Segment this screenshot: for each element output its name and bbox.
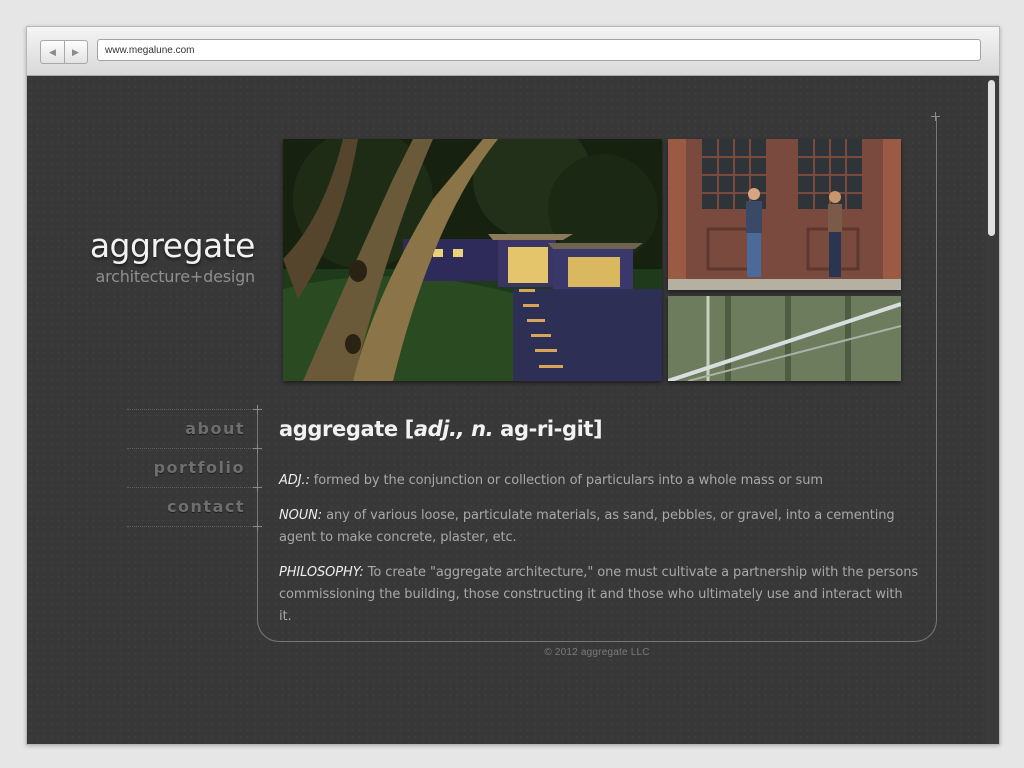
site-tagline: architecture+design — [95, 267, 256, 286]
forward-button[interactable]: ▶ — [64, 41, 87, 63]
browser-window: ◀ ▶ www.megalune.com aggregate architect… — [26, 26, 1000, 745]
definition-adj: ADJ.: formed by the conjunction or colle… — [279, 470, 919, 492]
definition-text: To create "aggregate architecture," one … — [279, 565, 919, 624]
plus-ornament-icon — [253, 522, 262, 531]
site-name: aggregate — [89, 226, 256, 265]
detail-photo — [668, 296, 901, 381]
definition-term: PHILOSOPHY: — [279, 565, 364, 580]
scrollbar-thumb[interactable] — [988, 80, 995, 236]
nav-item-about[interactable]: about — [127, 409, 259, 448]
definition-term: ADJ.: — [279, 473, 310, 488]
definition-word: aggregate — [279, 417, 398, 441]
definition-content: aggregate [adj., n. ag-ri-git] ADJ.: for… — [279, 414, 919, 641]
nav-item-contact[interactable]: contact — [127, 487, 259, 526]
back-button[interactable]: ◀ — [41, 41, 65, 63]
history-buttons: ◀ ▶ — [40, 40, 88, 64]
team-photo — [668, 139, 901, 290]
bracket-close: ] — [593, 417, 603, 441]
triangle-left-icon: ◀ — [49, 47, 56, 57]
vertical-scrollbar[interactable] — [985, 76, 999, 744]
definition-noun: NOUN: any of various loose, particulate … — [279, 505, 919, 549]
plus-ornament-icon — [253, 483, 262, 492]
plus-ornament-icon — [253, 444, 262, 453]
copyright-footer: © 2012 aggregate LLC — [544, 647, 650, 658]
triangle-right-icon: ▶ — [72, 47, 79, 57]
site-logo[interactable]: aggregate architecture+design — [67, 226, 256, 288]
definition-text: any of various loose, particulate materi… — [279, 508, 895, 545]
main-nav: about portfolio contact — [127, 409, 259, 527]
definition-philosophy: PHILOSOPHY: To create "aggregate archite… — [279, 562, 919, 628]
plus-ornament-icon — [931, 112, 940, 121]
plus-ornament-icon — [253, 405, 262, 414]
address-bar[interactable]: www.megalune.com — [97, 39, 981, 61]
web-page: aggregate architecture+design about port… — [27, 76, 999, 744]
bracket-open: [ — [397, 417, 415, 441]
pronunciation-stress: ag — [500, 417, 529, 441]
nav-divider — [127, 526, 259, 527]
browser-toolbar: ◀ ▶ www.megalune.com — [27, 27, 999, 76]
house-photo — [283, 139, 662, 381]
nav-item-portfolio[interactable]: portfolio — [127, 448, 259, 487]
pronunciation-rest: -ri-git — [528, 417, 594, 441]
definition-text: formed by the conjunction or collection … — [309, 473, 823, 488]
definition-term: NOUN: — [279, 508, 323, 523]
definition-heading: aggregate [adj., n. ag-ri-git] — [279, 414, 919, 444]
part-of-speech: adj., n. — [413, 417, 494, 441]
